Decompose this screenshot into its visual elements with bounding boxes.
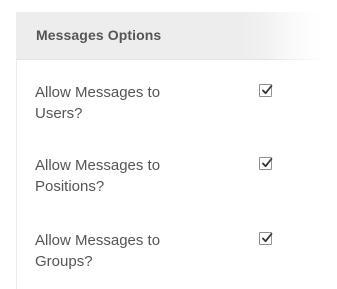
option-label-line2: Groups? [35,253,93,270]
option-allow-messages-users: Allow Messages to Users? [16,82,316,132]
option-label: Allow Messages to Positions? [35,155,205,197]
option-allow-messages-positions: Allow Messages to Positions? [16,155,316,205]
messages-options-panel: Messages Options Allow Messages to Users… [16,12,337,289]
check-icon [262,157,273,168]
allow-messages-users-checkbox[interactable] [259,84,273,97]
option-label-line1: Allow Messages to [35,84,161,101]
panel-title: Messages Options [36,27,162,43]
panel-header: Messages Options [16,12,337,60]
option-label-line2: Positions? [35,178,105,195]
option-allow-messages-groups: Allow Messages to Groups? [16,230,316,280]
option-label-line2: Users? [35,105,83,122]
allow-messages-positions-checkbox[interactable] [259,157,273,170]
option-label-line1: Allow Messages to [35,157,161,174]
option-label: Allow Messages to Groups? [35,230,205,272]
option-label-line1: Allow Messages to [35,232,161,249]
check-icon [262,84,273,95]
check-icon [262,232,273,243]
option-label: Allow Messages to Users? [35,82,205,124]
allow-messages-groups-checkbox[interactable] [259,232,273,245]
